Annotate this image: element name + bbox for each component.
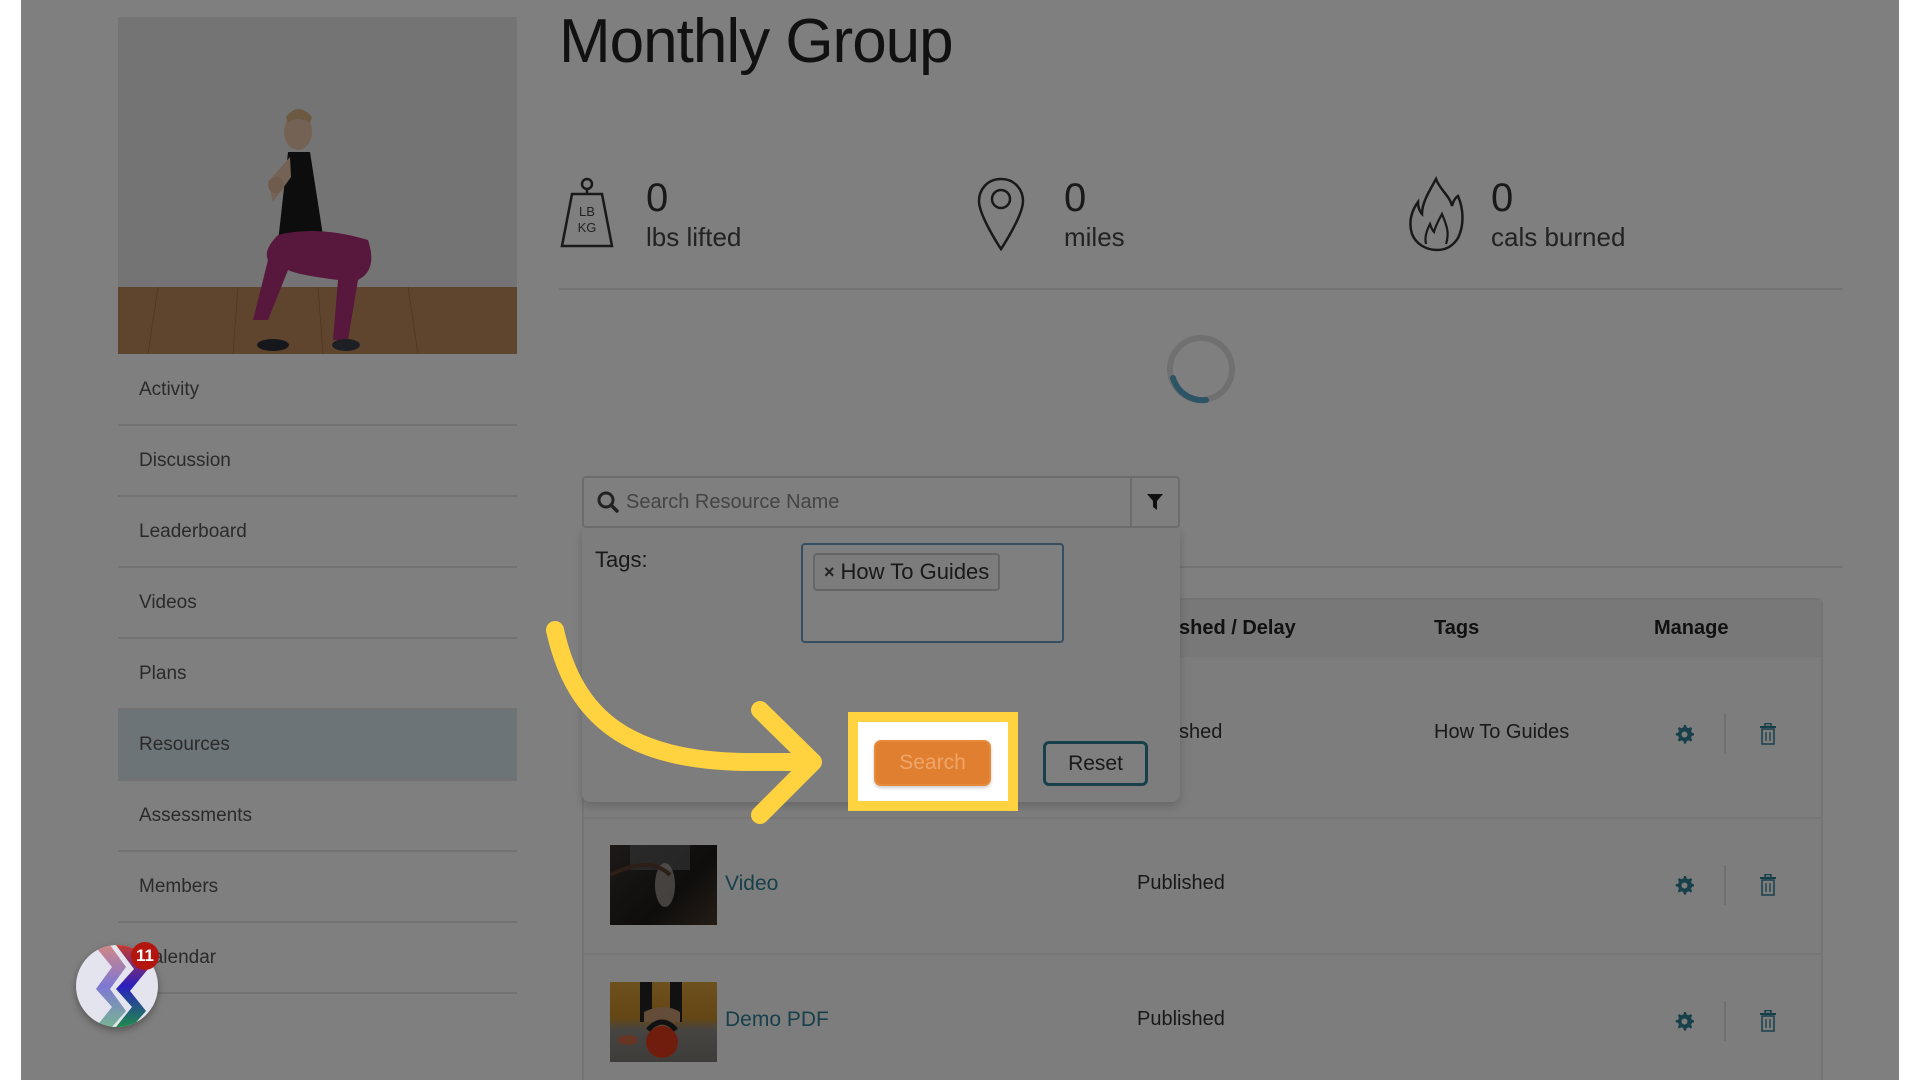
sidebar-item-activity[interactable]: Activity	[118, 355, 517, 426]
stat-label: miles	[1064, 222, 1125, 252]
tag-chip-how-to-guides: × How To Guides	[813, 553, 1001, 591]
settings-gear-icon[interactable]	[1674, 1011, 1694, 1031]
right-margin	[1899, 0, 1920, 1080]
squat-figure-illustration	[118, 17, 517, 354]
settings-gear-icon[interactable]	[1674, 724, 1694, 744]
stat-miles: 0 miles	[976, 172, 1125, 262]
sidebar-item-discussion[interactable]: Discussion	[118, 426, 517, 497]
sidebar-item-members[interactable]: Members	[118, 852, 517, 923]
status-cell: shed	[1179, 721, 1223, 743]
svg-text:KG: KG	[578, 220, 597, 235]
search-icon	[597, 491, 619, 513]
group-cover-image	[118, 17, 517, 354]
search-button[interactable]: Search	[874, 740, 991, 786]
stat-label: cals burned	[1491, 222, 1626, 252]
stat-cals-burned: 0 cals burned	[1406, 172, 1625, 262]
manage-separator	[1724, 1001, 1726, 1041]
column-header-tags: Tags	[1434, 617, 1480, 639]
filter-funnel-icon	[1147, 494, 1163, 510]
stats-divider	[559, 288, 1843, 290]
stat-value: 0	[1491, 176, 1514, 220]
search-button-highlight: Search	[848, 712, 1018, 811]
sidebar-item-resources[interactable]: Resources	[118, 710, 517, 781]
filter-toggle-button[interactable]	[1130, 478, 1178, 526]
resource-thumbnail	[610, 982, 717, 1062]
notification-badge: 11	[131, 942, 159, 970]
left-margin	[0, 0, 21, 1080]
stat-value: 0	[646, 176, 669, 220]
reset-button[interactable]: Reset	[1043, 741, 1148, 786]
sidebar-item-assessments[interactable]: Assessments	[118, 781, 517, 852]
sidebar-item-plans[interactable]: Plans	[118, 639, 517, 710]
settings-gear-icon[interactable]	[1674, 875, 1694, 895]
stat-lbs-lifted: LB KG 0 lbs lifted	[552, 172, 741, 262]
page: Activity Discussion Leaderboard Videos P…	[21, 0, 1899, 1080]
sidebar-item-videos[interactable]: Videos	[118, 568, 517, 639]
weight-icon: LB KG	[560, 177, 614, 248]
tags-multiselect-input[interactable]: × How To Guides	[801, 543, 1064, 643]
status-cell: Published	[1137, 872, 1225, 894]
sidebar-item-leaderboard[interactable]: Leaderboard	[118, 497, 517, 568]
resource-search-bar	[582, 476, 1180, 528]
resource-thumbnail	[610, 845, 717, 925]
svg-text:LB: LB	[579, 204, 595, 219]
table-row: Demo PDF Published	[584, 955, 1821, 1080]
search-resource-input[interactable]	[626, 478, 1126, 526]
column-header-manage: Manage	[1654, 617, 1729, 639]
manage-separator	[1724, 865, 1726, 905]
status-cell: Published	[1137, 1008, 1225, 1030]
stat-label: lbs lifted	[646, 222, 742, 252]
resource-link-video[interactable]: Video	[725, 872, 778, 896]
section-divider	[1180, 566, 1843, 568]
loading-spinner	[1167, 335, 1235, 404]
delete-trash-icon[interactable]	[1759, 874, 1777, 896]
tag-chip-label: How To Guides	[840, 559, 990, 584]
map-pin-icon	[977, 177, 1025, 252]
delete-trash-icon[interactable]	[1759, 1010, 1777, 1032]
remove-tag-icon[interactable]: ×	[824, 562, 835, 583]
column-header-published: shed / Delay	[1179, 617, 1296, 639]
resource-link-demo-pdf[interactable]: Demo PDF	[725, 1008, 829, 1032]
table-row: Video Published	[584, 819, 1821, 955]
manage-separator	[1724, 714, 1726, 754]
sidebar-item-calendar[interactable]: Calendar	[118, 923, 517, 994]
stat-value: 0	[1064, 176, 1087, 220]
group-sidebar-nav: Activity Discussion Leaderboard Videos P…	[118, 355, 517, 994]
page-title: Monthly Group	[559, 7, 954, 76]
flame-icon	[1409, 176, 1464, 252]
tags-cell: How To Guides	[1434, 721, 1570, 743]
delete-trash-icon[interactable]	[1759, 723, 1777, 745]
tags-label: Tags:	[595, 547, 648, 572]
